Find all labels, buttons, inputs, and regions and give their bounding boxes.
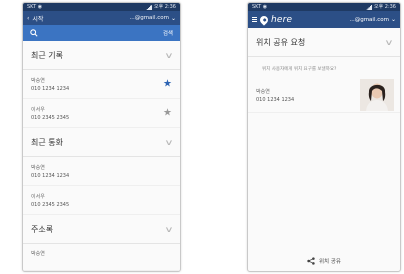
star-icon[interactable]: ★ <box>163 108 172 119</box>
account-selector[interactable]: ...@gmail.com <box>349 17 389 23</box>
share-location-button[interactable]: 위치 공유 <box>248 251 400 271</box>
phone-left: SKT ◉ 오후 2:36 ‹ 시작 ...@gmail.com ⌄ 검색 최근… <box>22 2 181 272</box>
chevron-down-icon[interactable]: ⌄ <box>171 15 176 22</box>
star-icon[interactable]: ★ <box>163 79 172 90</box>
brand-logo: here <box>271 14 293 25</box>
location-pin-icon <box>258 13 270 26</box>
list-item[interactable]: 박승연 010 1234 1234 ★ <box>23 70 180 99</box>
contact-card[interactable]: 박승연 010 1234 1234 <box>248 78 400 113</box>
signal-icon <box>365 4 372 10</box>
carrier: SKT ◉ <box>27 4 43 10</box>
list-item[interactable]: 이서우 010 2345 2345 ★ <box>23 99 180 128</box>
section-recent-history[interactable]: 최근 기록 ∨ <box>23 41 180 70</box>
phone-right: SKT ◉ 오후 2:36 here ...@gmail.com ⌄ 위치 공유… <box>247 2 401 272</box>
signal-icon <box>145 4 152 10</box>
app-bar: here ...@gmail.com ⌄ <box>248 11 400 28</box>
list-item[interactable]: 박승연 <box>23 244 180 271</box>
section-location-request[interactable]: 위치 공유 요청 ∨ <box>248 28 400 57</box>
menu-icon[interactable] <box>252 17 257 22</box>
search-button[interactable]: 검색 <box>163 29 173 37</box>
chevron-down-icon[interactable]: ∨ <box>164 51 173 60</box>
search-bar[interactable]: 검색 <box>23 25 180 41</box>
chevron-down-icon[interactable]: ∨ <box>164 138 173 147</box>
carrier: SKT ◉ <box>252 4 268 10</box>
list-item[interactable]: 박승연 010 1234 1234 <box>23 157 180 186</box>
avatar <box>360 79 394 111</box>
app-title: 시작 <box>32 15 44 23</box>
share-icon <box>307 257 315 265</box>
clock: 오후 2:36 <box>373 4 396 10</box>
app-bar: ‹ 시작 ...@gmail.com ⌄ <box>23 11 180 25</box>
clock: 오후 2:36 <box>153 4 176 10</box>
chevron-down-icon[interactable]: ∨ <box>164 225 173 234</box>
list-item[interactable]: 이서우 010 2345 2345 <box>23 186 180 215</box>
search-icon[interactable] <box>30 29 38 37</box>
section-contacts[interactable]: 주소록 ∨ <box>23 215 180 244</box>
status-bar: SKT ◉ 오후 2:36 <box>248 3 400 11</box>
hint-text: 위치 사용자에게 위치 요구를 보낼까요? <box>262 67 337 72</box>
chevron-down-icon[interactable]: ⌄ <box>391 16 396 23</box>
chevron-down-icon[interactable]: ∨ <box>384 38 393 47</box>
back-button[interactable]: ‹ <box>27 15 29 22</box>
status-bar: SKT ◉ 오후 2:36 <box>23 3 180 11</box>
section-recent-calls[interactable]: 최근 통화 ∨ <box>23 128 180 157</box>
account-selector[interactable]: ...@gmail.com <box>129 15 169 21</box>
